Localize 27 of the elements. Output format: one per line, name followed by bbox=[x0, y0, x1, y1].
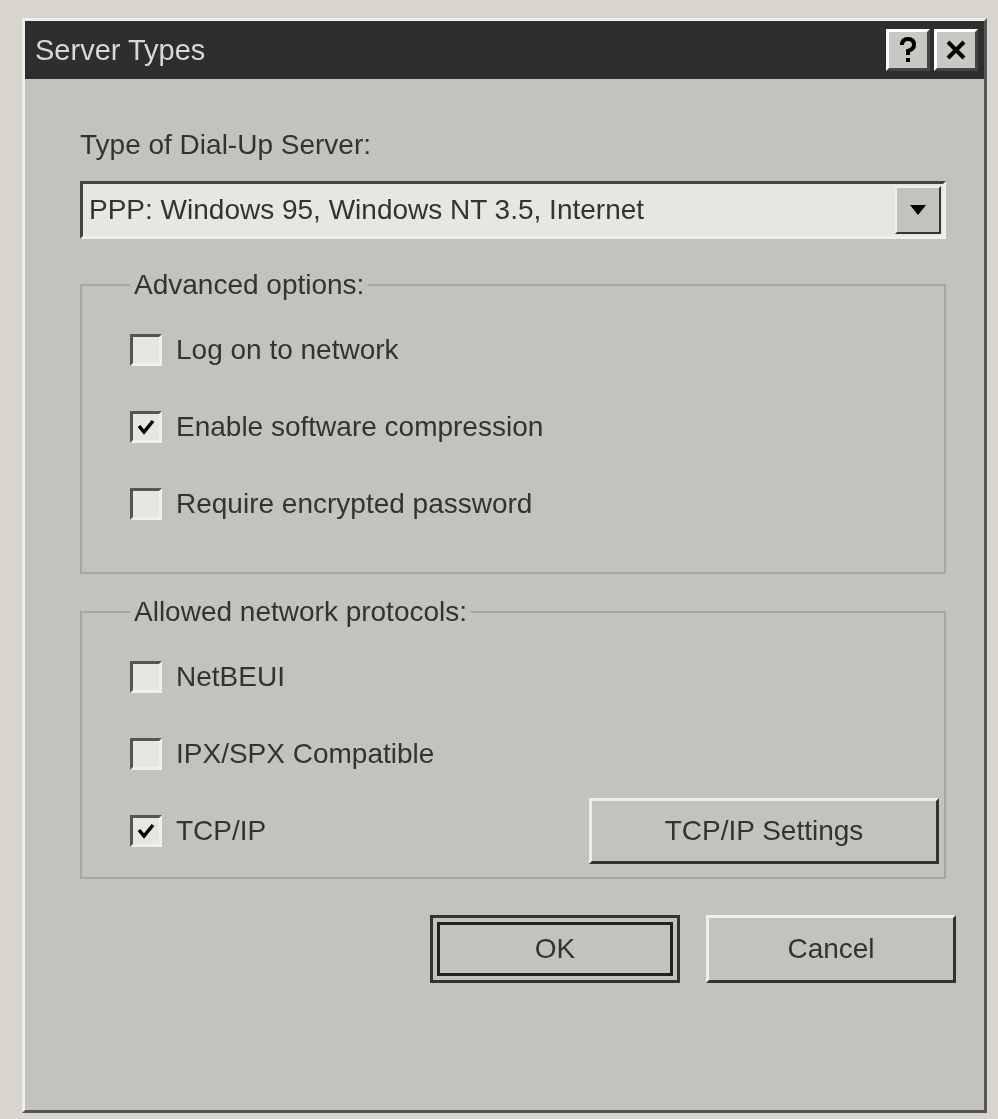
checkbox[interactable] bbox=[130, 487, 162, 520]
server-type-dropdown[interactable]: PPP: Windows 95, Windows NT 3.5, Internet bbox=[80, 181, 946, 239]
check-mark-icon bbox=[137, 418, 155, 435]
close-button[interactable] bbox=[934, 29, 978, 71]
checkbox-label[interactable]: Log on to network bbox=[176, 333, 399, 366]
server-type-label: Type of Dial-Up Server: bbox=[80, 129, 371, 161]
checkbox[interactable] bbox=[130, 737, 162, 770]
close-icon bbox=[945, 39, 967, 61]
dialog-button[interactable]: Cancel bbox=[706, 915, 956, 983]
group-label: Advanced options: bbox=[133, 269, 366, 301]
checkbox[interactable] bbox=[130, 333, 162, 366]
help-button[interactable] bbox=[886, 29, 930, 71]
tcp-ip-settings-button[interactable]: TCP/IP Settings bbox=[589, 797, 939, 864]
checkbox-label[interactable]: Enable software compression bbox=[176, 410, 544, 443]
checkbox-label[interactable]: IPX/SPX Compatible bbox=[176, 737, 435, 770]
checkbox-label[interactable]: TCP/IP bbox=[176, 814, 267, 847]
checkbox-label[interactable]: NetBEUI bbox=[176, 660, 285, 693]
checkbox[interactable] bbox=[130, 410, 162, 443]
checkbox-label[interactable]: Require encrypted password bbox=[176, 487, 533, 520]
dropdown-arrow-icon bbox=[910, 205, 926, 215]
checkbox[interactable] bbox=[130, 814, 162, 847]
check-mark-icon bbox=[137, 822, 155, 839]
checkbox[interactable] bbox=[130, 660, 162, 693]
dialog-button[interactable]: OK bbox=[430, 915, 680, 983]
question-mark-icon bbox=[899, 37, 917, 63]
group-label: Allowed network protocols: bbox=[133, 596, 469, 628]
window-title: Server Types bbox=[35, 33, 206, 67]
